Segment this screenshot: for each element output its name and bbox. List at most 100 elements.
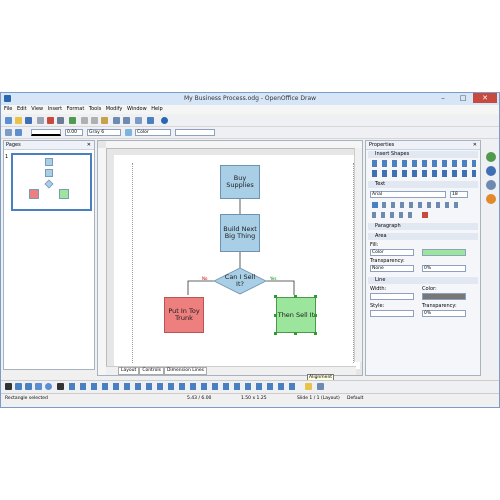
menu-edit[interactable]: Edit	[17, 105, 27, 114]
area-header[interactable]: Area	[368, 233, 478, 240]
tab-controls[interactable]: Controls	[139, 367, 164, 375]
spellcheck-icon[interactable]	[69, 117, 76, 124]
standard-toolbar	[1, 115, 499, 127]
area-style-select[interactable]: Color	[135, 129, 171, 136]
fill-label: Fill:	[370, 242, 379, 248]
line-width-field[interactable]: 0.00	[65, 129, 83, 136]
menu-help[interactable]: Help	[151, 105, 162, 114]
selection-handle[interactable]	[274, 295, 277, 298]
text-format-buttons-row-2[interactable]	[372, 212, 412, 218]
selection-handle[interactable]	[314, 295, 317, 298]
menu-bar: File Edit View Insert Format Tools Modif…	[1, 105, 499, 114]
font-size-select[interactable]: 18	[450, 191, 468, 198]
new-icon[interactable]	[5, 117, 12, 124]
navigator-deck-icon[interactable]	[486, 194, 496, 204]
cut-icon[interactable]	[81, 117, 88, 124]
redo-icon[interactable]	[123, 117, 130, 124]
menu-window[interactable]: Window	[127, 105, 147, 114]
line-color-select[interactable]: Gray 6	[87, 129, 121, 136]
selection-handle[interactable]	[274, 332, 277, 335]
drawing-tools-row[interactable]	[69, 383, 299, 390]
close-button[interactable]: ✕	[473, 93, 497, 103]
copy-icon[interactable]	[91, 117, 98, 124]
line-color-select[interactable]	[422, 293, 466, 300]
area-icon[interactable]	[125, 129, 132, 136]
line-icon[interactable]	[5, 129, 12, 136]
help-icon[interactable]	[161, 117, 168, 124]
tab-dimension-lines[interactable]: Dimension Lines	[163, 367, 208, 375]
selection-handle[interactable]	[274, 314, 277, 317]
paragraph-header[interactable]: Paragraph	[368, 223, 478, 230]
line-width-label: Width:	[370, 286, 387, 292]
email-icon[interactable]	[37, 117, 44, 124]
ellipse-tool-icon[interactable]	[45, 383, 52, 390]
arrange-icon[interactable]	[317, 383, 324, 390]
line-style-select[interactable]	[370, 310, 414, 317]
transparency-type-select[interactable]: None	[370, 265, 414, 272]
drawing-canvas[interactable]: Buy Supplies Build Next Big Thing Can I …	[97, 140, 363, 376]
menu-modify[interactable]: Modify	[106, 105, 123, 114]
thumbnail-shape	[45, 158, 53, 166]
line-transparency-field[interactable]: 0%	[422, 310, 466, 317]
undo-icon[interactable]	[113, 117, 120, 124]
styles-deck-icon[interactable]	[486, 166, 496, 176]
fill-color-select[interactable]	[422, 249, 466, 256]
close-icon[interactable]: ✕	[87, 141, 91, 149]
selection-handle[interactable]	[314, 332, 317, 335]
then-sell-it-shape[interactable]: Then Sell It	[276, 297, 316, 333]
export-pdf-icon[interactable]	[47, 117, 54, 124]
bold-button[interactable]	[372, 202, 378, 208]
page-number: 1	[5, 154, 9, 160]
zoom-icon[interactable]	[147, 117, 154, 124]
grid-icon[interactable]	[135, 117, 142, 124]
open-icon[interactable]	[15, 117, 22, 124]
arrow-style-icon[interactable]	[15, 129, 22, 136]
maximize-button[interactable]: □	[455, 93, 471, 103]
print-icon[interactable]	[57, 117, 64, 124]
arrow-tool-icon[interactable]	[25, 383, 32, 390]
select-icon[interactable]	[5, 383, 12, 390]
line-tool-icon[interactable]	[15, 383, 22, 390]
save-icon[interactable]	[25, 117, 32, 124]
page-thumbnail[interactable]	[11, 153, 92, 211]
tab-layout[interactable]: Layout	[118, 367, 140, 375]
thumbnail-shape	[59, 189, 69, 199]
menu-format[interactable]: Format	[67, 105, 85, 114]
minimize-button[interactable]: –	[435, 93, 451, 103]
rectangle-tool-icon[interactable]	[35, 383, 42, 390]
font-name-select[interactable]: Arial	[370, 191, 446, 198]
line-header[interactable]: Line	[368, 277, 478, 284]
area-fill-select[interactable]	[175, 129, 215, 136]
alignment-icon[interactable]	[305, 383, 312, 390]
no-label: No	[202, 276, 208, 281]
build-next-big-thing-shape[interactable]: Build Next Big Thing	[220, 214, 260, 252]
shape-icons-row-1[interactable]	[372, 160, 476, 167]
put-in-toy-trunk-shape[interactable]: Put In Toy Trunk	[164, 297, 204, 333]
font-color-icon[interactable]	[422, 212, 428, 218]
selection-status: Rectangle selected	[5, 396, 48, 401]
shape-icons-row-2[interactable]	[372, 170, 476, 177]
buy-supplies-shape[interactable]: Buy Supplies	[220, 165, 260, 199]
paste-icon[interactable]	[101, 117, 108, 124]
menu-tools[interactable]: Tools	[89, 105, 101, 114]
line-style-select[interactable]	[31, 129, 61, 136]
selection-handle[interactable]	[294, 295, 297, 298]
selection-handle[interactable]	[294, 332, 297, 335]
close-icon[interactable]: ✕	[473, 141, 477, 149]
fill-type-select[interactable]: Color	[370, 249, 414, 256]
gallery-deck-icon[interactable]	[486, 180, 496, 190]
properties-title: Properties	[369, 142, 395, 148]
text-format-buttons[interactable]	[382, 202, 462, 208]
menu-view[interactable]: View	[31, 105, 43, 114]
properties-deck-icon[interactable]	[486, 152, 496, 162]
text-tool-icon[interactable]	[57, 383, 64, 390]
line-style-label: Style:	[370, 303, 385, 309]
text-header[interactable]: Text	[368, 181, 478, 188]
insert-shapes-header[interactable]: Insert Shapes	[368, 151, 478, 158]
vertical-scrollbar[interactable]	[354, 148, 362, 362]
menu-file[interactable]: File	[4, 105, 12, 114]
selection-handle[interactable]	[314, 314, 317, 317]
transparency-percent-field[interactable]: 0%	[422, 265, 466, 272]
menu-insert[interactable]: Insert	[48, 105, 62, 114]
line-width-select[interactable]	[370, 293, 414, 300]
